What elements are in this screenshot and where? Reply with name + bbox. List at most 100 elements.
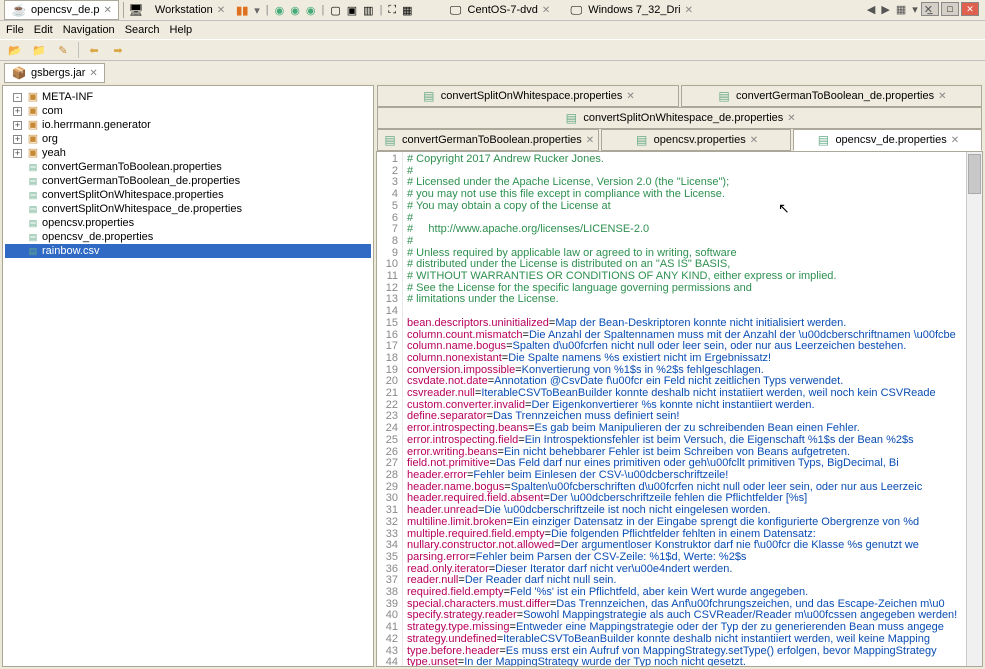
wand-icon[interactable]: ✎ — [54, 41, 72, 59]
editor-tab[interactable]: ▤ opencsv.properties ✕ — [601, 129, 790, 151]
fullscreen-icon[interactable]: ⛶ — [388, 4, 396, 17]
jar-icon: 📦 — [11, 65, 27, 81]
tree-item[interactable]: ▤convertSplitOnWhitespace_de.properties — [5, 202, 371, 216]
project-tree[interactable]: -▣META-INF+▣com+▣io.herrmann.generator+▣… — [3, 86, 373, 262]
open2-icon[interactable]: 📁 — [30, 41, 48, 59]
box1-icon[interactable]: ▢ — [330, 4, 340, 17]
package-icon: ▣ — [26, 147, 40, 159]
separator-icon: | — [380, 4, 383, 16]
code-line: type.unset=In der MappingStrategy wurde … — [407, 657, 978, 666]
tab-nav-arrows: ◀ ▶ ▦ ▾ ✕ — [867, 3, 933, 16]
scrollbar-thumb[interactable] — [968, 154, 981, 194]
tree-label: rainbow.csv — [42, 244, 99, 258]
tab-min-icon[interactable]: ▾ — [912, 3, 918, 16]
editor-area: ▤convertSplitOnWhitespace.properties✕▤co… — [376, 85, 983, 667]
main-split: -▣META-INF+▣com+▣io.herrmann.generator+▣… — [0, 83, 985, 669]
tree-item[interactable]: + ▣org — [5, 132, 371, 146]
editor-tab[interactable]: ▤opencsv_de.properties✕ — [793, 129, 982, 151]
properties-file-icon: ▤ — [634, 132, 650, 148]
open-icon[interactable]: 📂 — [6, 41, 24, 59]
box2-icon[interactable]: ▣ — [347, 4, 357, 17]
forward-icon[interactable]: ➡ — [109, 41, 127, 59]
close-icon[interactable]: ✕ — [542, 5, 550, 16]
back-icon[interactable]: ⬅ — [85, 41, 103, 59]
tree-item[interactable]: ▤opencsv.properties — [5, 216, 371, 230]
vm-tab-centos[interactable]: 🖵 CentOS-7-dvd ✕ — [441, 0, 558, 20]
tree-item[interactable]: ▤convertGermanToBoolean.properties — [5, 160, 371, 174]
tab-label: opencsv_de.p — [31, 4, 100, 16]
tab-close-icon[interactable]: ✕ — [924, 3, 933, 16]
maximize-button[interactable]: □ — [941, 2, 959, 16]
tree-label: io.herrmann.generator — [42, 118, 151, 132]
tree-label: org — [42, 132, 58, 146]
tree-item[interactable]: ▤convertGermanToBoolean_de.properties — [5, 174, 371, 188]
line-gutter: 1234567891011121314151617181920212223242… — [377, 152, 403, 666]
pause-icon[interactable]: ▮▮ — [236, 4, 248, 17]
snapshot3-icon[interactable]: ◉ — [306, 4, 316, 17]
tree-toggle-icon[interactable]: + — [13, 121, 22, 130]
tree-item[interactable]: +▣yeah — [5, 146, 371, 160]
editor-tab-label: convertSplitOnWhitespace_de.properties — [583, 112, 783, 124]
close-icon[interactable]: ✕ — [626, 91, 634, 102]
code-view[interactable]: # Copyright 2017 Andrew Rucker Jones.## … — [403, 152, 982, 666]
code-line: # You may obtain a copy of the License a… — [407, 201, 978, 213]
tree-item[interactable]: ▤opencsv_de.properties — [5, 230, 371, 244]
tree-toggle-icon[interactable]: + — [13, 107, 22, 116]
file-icon: ▤ — [26, 161, 40, 173]
tree-item[interactable]: -▣META-INF — [5, 90, 371, 104]
vertical-scrollbar[interactable] — [966, 152, 982, 666]
close-icon[interactable]: ✕ — [685, 5, 693, 16]
tree-item[interactable]: ▤rainbow.csv — [5, 244, 371, 258]
tab-prev-icon[interactable]: ◀ — [867, 3, 875, 16]
vm-tab-windows[interactable]: 🖵 Windows 7_32_Dri ✕ — [561, 0, 700, 20]
tab-label: Windows 7_32_Dri — [588, 4, 680, 16]
menu-bar: File Edit Navigation Search Help — [0, 21, 985, 39]
menu-edit[interactable]: Edit — [34, 24, 53, 36]
close-icon[interactable]: ✕ — [217, 5, 225, 16]
editor-tab[interactable]: ▤convertSplitOnWhitespace.properties✕ — [377, 85, 679, 107]
box3-icon[interactable]: ▥ — [363, 4, 373, 17]
close-icon[interactable]: ✕ — [787, 113, 795, 124]
close-icon[interactable]: ✕ — [750, 135, 758, 146]
project-tab[interactable]: 📦 gsbergs.jar ✕ — [4, 63, 105, 83]
editor-tab[interactable]: ▤convertGermanToBoolean_de.properties✕ — [681, 85, 983, 107]
close-icon[interactable]: ✕ — [951, 135, 959, 146]
unity-icon[interactable]: ▦ — [402, 4, 412, 17]
snapshot-icon[interactable]: ◉ — [275, 4, 285, 17]
tree-item[interactable]: +▣com — [5, 104, 371, 118]
separator — [123, 2, 124, 18]
menu-help[interactable]: Help — [170, 24, 193, 36]
tab-next-icon[interactable]: ▶ — [881, 3, 889, 16]
editor-tab-label: opencsv.properties — [654, 134, 746, 146]
editor-tab[interactable]: ▤convertGermanToBoolean.properties✕ — [377, 129, 599, 151]
app-tab-workstation[interactable]: Workstation ✕ — [148, 2, 232, 18]
tree-toggle-icon[interactable]: - — [13, 93, 22, 102]
editor-tab-label: opencsv_de.properties — [835, 134, 946, 146]
tree-label: opencsv_de.properties — [42, 230, 153, 244]
code-line: # limitations under the License. — [407, 294, 978, 306]
close-icon[interactable]: ✕ — [938, 91, 946, 102]
tree-label: convertSplitOnWhitespace_de.properties — [42, 202, 242, 216]
menu-search[interactable]: Search — [125, 24, 160, 36]
tree-toggle-icon[interactable]: + — [13, 149, 22, 158]
properties-file-icon: ▤ — [421, 88, 437, 104]
close-icon[interactable]: ✕ — [89, 68, 97, 79]
project-tab-label: gsbergs.jar — [31, 67, 85, 79]
tree-toggle-icon[interactable]: + — [13, 135, 22, 144]
menu-file[interactable]: File — [6, 24, 24, 36]
close-icon[interactable]: ✕ — [104, 5, 112, 16]
tab-grid-icon[interactable]: ▦ — [896, 3, 906, 16]
editor-tab[interactable]: ▤ convertSplitOnWhitespace_de.properties ✕ — [377, 107, 982, 129]
package-icon: ▣ — [26, 133, 40, 145]
file-icon: ▤ — [26, 175, 40, 187]
snapshot2-icon[interactable]: ◉ — [290, 4, 300, 17]
file-icon: ▤ — [26, 231, 40, 243]
menu-navigation[interactable]: Navigation — [63, 24, 115, 36]
tree-item[interactable]: +▣io.herrmann.generator — [5, 118, 371, 132]
properties-file-icon: ▤ — [563, 110, 579, 126]
close-icon[interactable]: ✕ — [586, 135, 594, 146]
tree-item[interactable]: ▤convertSplitOnWhitespace.properties — [5, 188, 371, 202]
app-tab-opencsv[interactable]: ☕ opencsv_de.p ✕ — [4, 0, 119, 20]
close-button[interactable]: ✕ — [961, 2, 979, 16]
dropdown-icon[interactable]: ▾ — [254, 4, 260, 17]
